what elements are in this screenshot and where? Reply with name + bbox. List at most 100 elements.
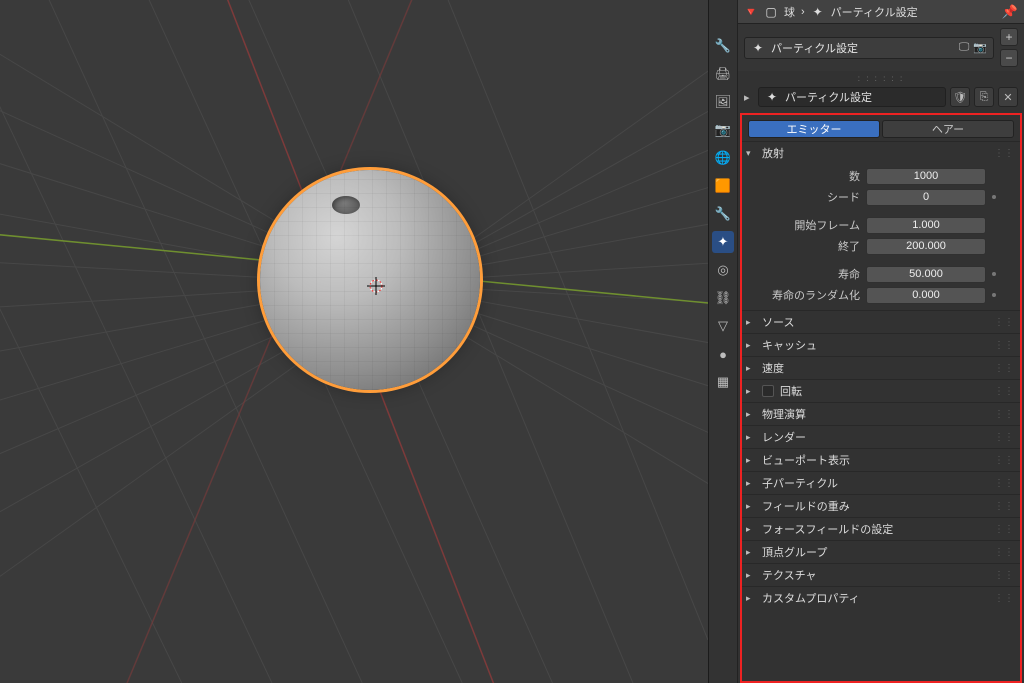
slot-camera-icon[interactable]: 📷	[973, 41, 987, 54]
new-datablock-button[interactable]: ⎘	[974, 87, 994, 107]
scene-tab-icon[interactable]: 📷	[712, 119, 734, 141]
unlink-datablock-button[interactable]: ✕	[998, 87, 1018, 107]
panel-physics-title: 物理演算	[762, 406, 806, 422]
dot-anim[interactable]	[992, 272, 996, 276]
panel-grip-icon[interactable]: ⋮⋮	[994, 478, 1014, 489]
panel-textures-title: テクスチャ	[762, 567, 817, 583]
field-number[interactable]: 1000	[866, 168, 986, 185]
panel-children-header[interactable]: 子パーティクル ⋮⋮	[742, 472, 1020, 494]
panel-emission-title: 放射	[762, 145, 784, 161]
panel-source-header[interactable]: ソース ⋮⋮	[742, 311, 1020, 333]
render-tab-icon[interactable]: 🔧	[712, 35, 734, 57]
panel-grip-icon[interactable]: ⋮⋮	[994, 570, 1014, 581]
particle-slot[interactable]: ✦ パーティクル設定 🖵 📷	[744, 37, 994, 59]
panel-grip-icon[interactable]: ⋮⋮	[994, 409, 1014, 420]
disclosure-right-icon	[746, 570, 756, 581]
panel-grip-icon[interactable]: ⋮⋮	[994, 524, 1014, 535]
texture-tab-icon[interactable]: ▦	[712, 371, 734, 393]
panel-custom-props-title: カスタムプロパティ	[762, 590, 860, 606]
panel-grip-icon[interactable]: ⋮⋮	[994, 547, 1014, 558]
disclosure-right-icon	[746, 593, 756, 604]
panel-vertex-groups-title: 頂点グループ	[762, 544, 827, 560]
panel-render-header[interactable]: レンダー ⋮⋮	[742, 426, 1020, 448]
panel-grip-icon[interactable]: ⋮⋮	[994, 432, 1014, 443]
tab-emitter[interactable]: エミッター	[748, 120, 880, 138]
output-tab-icon[interactable]: 🖨	[712, 63, 734, 85]
dropdown-icon[interactable]: 🔻	[744, 5, 758, 19]
label-number: 数	[750, 168, 860, 184]
properties-tab-rail: 🔧 🖨 🖼 📷 🌐 🟧 🔧 ✦ ◎ ⛓ ▽ ● ▦	[709, 0, 738, 683]
disclosure-right-icon	[746, 363, 756, 374]
field-frame-end[interactable]: 200.000	[866, 238, 986, 255]
label-seed: シード	[750, 189, 860, 205]
disclosure-right-icon	[746, 317, 756, 328]
properties-panel: 🔻 ▢ 球 › ✦ パーティクル設定 📌 ✦ パーティクル設定 🖵 📷 + −	[738, 0, 1024, 683]
label-lifetime-rand: 寿命のランダム化	[750, 287, 860, 303]
datablock-row: ▸ ✦ パーティクル設定 🛡 ⎘ ✕	[738, 85, 1024, 111]
slot-screen-icon[interactable]: 🖵	[959, 41, 970, 54]
viewport-3d[interactable]	[0, 0, 708, 683]
field-seed[interactable]: 0	[866, 189, 986, 206]
dot-anim[interactable]	[992, 195, 996, 199]
panel-children-title: 子パーティクル	[762, 475, 838, 491]
panel-physics-header[interactable]: 物理演算 ⋮⋮	[742, 403, 1020, 425]
fake-user-button[interactable]: 🛡	[950, 87, 970, 107]
mesh-tab-icon[interactable]: ▽	[712, 315, 734, 337]
field-frame-start[interactable]: 1.000	[866, 217, 986, 234]
particles-tab-icon[interactable]: ✦	[712, 231, 734, 253]
particle-slot-name: パーティクル設定	[771, 40, 858, 56]
dot-anim[interactable]	[992, 293, 996, 297]
modifier-tab-icon[interactable]: 🔧	[712, 203, 734, 225]
physics-tab-icon[interactable]: ◎	[712, 259, 734, 281]
panel-grip-icon[interactable]: ⋮⋮	[994, 386, 1014, 397]
panel-rotation-header[interactable]: 回転⋮⋮	[742, 380, 1020, 402]
viewlayer-tab-icon[interactable]: 🖼	[712, 91, 734, 113]
panel-grip-icon[interactable]: ⋮⋮	[994, 363, 1014, 374]
disclosure-right-icon	[746, 409, 756, 420]
panel-grip-icon[interactable]: ⋮⋮	[994, 593, 1014, 604]
disclosure-right-icon	[746, 478, 756, 489]
panel-emission-header[interactable]: 放射 ⋮⋮	[742, 142, 1020, 164]
panel-textures-header[interactable]: テクスチャ ⋮⋮	[742, 564, 1020, 586]
datablock-name: パーティクル設定	[785, 89, 872, 105]
remove-particle-system-button[interactable]: −	[1000, 49, 1018, 67]
panel-velocity-title: 速度	[762, 360, 784, 376]
breadcrumb-object: 球	[784, 4, 795, 20]
world-tab-icon[interactable]: 🌐	[712, 147, 734, 169]
datablock-icon: ✦	[765, 90, 779, 104]
panel-force-field-header[interactable]: フォースフィールドの設定 ⋮⋮	[742, 518, 1020, 540]
panel-custom-props-header[interactable]: カスタムプロパティ ⋮⋮	[742, 587, 1020, 609]
datablock-expand-icon[interactable]: ▸	[744, 91, 754, 104]
disclosure-right-icon	[746, 547, 756, 558]
panel-source-title: ソース	[762, 314, 794, 330]
add-particle-system-button[interactable]: +	[1000, 28, 1018, 46]
breadcrumb: 🔻 ▢ 球 › ✦ パーティクル設定 📌	[738, 0, 1024, 24]
panel-velocity-header[interactable]: 速度 ⋮⋮	[742, 357, 1020, 379]
mesh-sphere[interactable]	[260, 170, 480, 390]
object-tab-icon[interactable]: 🟧	[712, 175, 734, 197]
panel-field-weights-title: フィールドの重み	[762, 498, 850, 514]
constraint-tab-icon[interactable]: ⛓	[712, 287, 734, 309]
drag-handle[interactable]: : : : : : :	[738, 71, 1024, 85]
panel-cache-title: キャッシュ	[762, 337, 817, 353]
pin-icon[interactable]: 📌	[1002, 4, 1018, 20]
panel-grip-icon[interactable]: ⋮⋮	[994, 340, 1014, 351]
panel-force-field-title: フォースフィールドの設定	[762, 521, 893, 537]
panel-grip-icon[interactable]: ⋮⋮	[994, 148, 1014, 159]
field-lifetime-rand[interactable]: 0.000	[866, 287, 986, 304]
tab-hair[interactable]: ヘアー	[882, 120, 1014, 138]
panel-cache-header[interactable]: キャッシュ ⋮⋮	[742, 334, 1020, 356]
disclosure-right-icon	[746, 501, 756, 512]
panel-vertex-groups-header[interactable]: 頂点グループ ⋮⋮	[742, 541, 1020, 563]
panel-field-weights-header[interactable]: フィールドの重み ⋮⋮	[742, 495, 1020, 517]
rotation-checkbox[interactable]	[762, 385, 774, 397]
panel-grip-icon[interactable]: ⋮⋮	[994, 501, 1014, 512]
field-lifetime[interactable]: 50.000	[866, 266, 986, 283]
panel-render-title: レンダー	[762, 429, 806, 445]
panel-viewport-title: ビューポート表示	[762, 452, 850, 468]
datablock-name-field[interactable]: ✦ パーティクル設定	[758, 87, 946, 107]
panel-viewport-header[interactable]: ビューポート表示 ⋮⋮	[742, 449, 1020, 471]
material-tab-icon[interactable]: ●	[712, 343, 734, 365]
panel-grip-icon[interactable]: ⋮⋮	[994, 455, 1014, 466]
panel-grip-icon[interactable]: ⋮⋮	[994, 317, 1014, 328]
